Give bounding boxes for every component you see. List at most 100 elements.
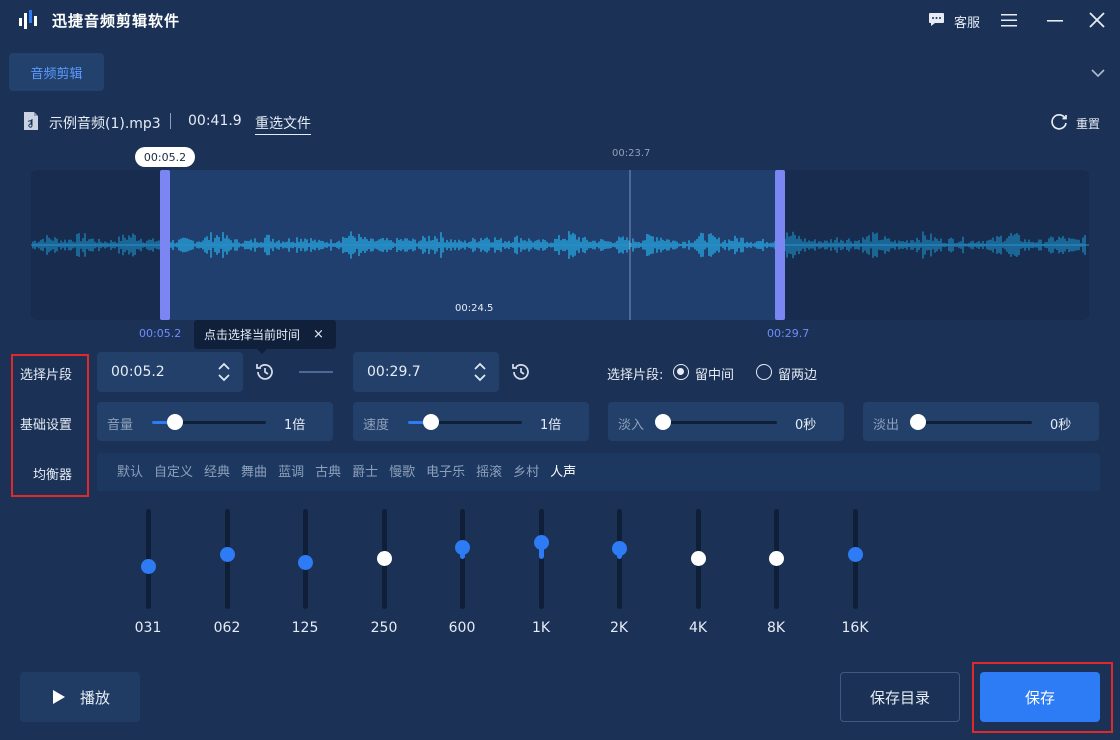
eq-preset-8[interactable]: 电子乐 [426, 461, 465, 481]
eq-slider-knob[interactable] [691, 550, 706, 566]
eq-slider-knob[interactable] [298, 554, 313, 570]
play-label: 播放 [80, 688, 111, 707]
eq-preset-10[interactable]: 乡村 [513, 461, 539, 481]
chevron-down-icon[interactable] [1090, 66, 1106, 80]
eq-slider-knob[interactable] [455, 539, 470, 555]
eq-slider-knob[interactable] [141, 558, 156, 574]
app-title: 迅捷音频剪辑软件 [52, 12, 181, 30]
eq-preset-9[interactable]: 摇滚 [476, 461, 502, 481]
eq-band-16K: 16K [835, 509, 875, 644]
stepper-arrows-icon[interactable] [473, 361, 487, 383]
selection-start-tooltip: 00:05.2 [135, 147, 195, 167]
hamburger-menu-icon[interactable] [1000, 12, 1018, 28]
section-label-basic: 基础设置 [20, 418, 73, 433]
eq-band-031: 031 [128, 509, 168, 644]
eq-slider-track[interactable] [617, 509, 622, 609]
eq-slider-knob[interactable] [534, 534, 549, 550]
fade-out-value: 0秒 [1050, 418, 1072, 433]
eq-preset-7[interactable]: 慢歌 [389, 461, 415, 481]
fade-in-value: 0秒 [795, 418, 817, 433]
history-clock-icon[interactable] [254, 361, 276, 383]
reselect-file-link[interactable]: 重选文件 [255, 113, 311, 135]
volume-value: 1倍 [284, 418, 306, 433]
selection-end-handle[interactable] [775, 170, 785, 320]
eq-slider-knob[interactable] [612, 540, 627, 556]
eq-preset-1[interactable]: 自定义 [154, 461, 193, 481]
save-button[interactable]: 保存 [980, 672, 1100, 722]
chat-bubble-icon[interactable] [928, 12, 945, 27]
file-duration: 00:41.9 [188, 113, 242, 129]
eq-preset-6[interactable]: 爵士 [352, 461, 378, 481]
eq-preset-2[interactable]: 经典 [204, 461, 230, 481]
refresh-icon[interactable] [1050, 112, 1069, 131]
eq-slider-knob[interactable] [377, 550, 392, 566]
file-name: 示例音频(1).mp3 [49, 116, 161, 132]
hint-close-button[interactable]: × [313, 327, 324, 342]
hint-text: 点击选择当前时间 [204, 328, 301, 342]
speed-setting: 速度 1倍 [353, 402, 589, 441]
equalizer-presets: 默认 自定义 经典 舞曲 蓝调 古典 爵士 慢歌 电子乐 摇滚 乡村 人声 [117, 461, 587, 481]
end-time-value: 00:29.7 [367, 364, 421, 380]
playhead-time-label: 00:23.7 [612, 148, 651, 159]
fade-out-slider[interactable] [918, 421, 1032, 424]
minimize-icon[interactable] [1046, 12, 1064, 28]
eq-preset-3[interactable]: 舞曲 [241, 461, 267, 481]
support-button[interactable]: 客服 [954, 12, 980, 31]
history-clock-icon[interactable] [510, 361, 532, 383]
eq-preset-5[interactable]: 古典 [315, 461, 341, 481]
fade-in-slider[interactable] [663, 421, 777, 424]
speed-value: 1倍 [540, 418, 562, 433]
eq-band-600: 600 [442, 509, 482, 644]
app-logo-icon [19, 10, 37, 29]
fade-in-setting: 淡入 0秒 [608, 402, 844, 441]
range-separator [299, 371, 333, 373]
volume-label: 音量 [107, 418, 134, 433]
eq-slider-track[interactable] [460, 509, 465, 609]
eq-slider-knob[interactable] [769, 550, 784, 566]
eq-slider-knob[interactable] [848, 546, 863, 562]
eq-band-8K: 8K [756, 509, 796, 644]
eq-band-label: 8K [766, 620, 786, 636]
eq-preset-4[interactable]: 蓝调 [278, 461, 304, 481]
radio-keep-sides-label[interactable]: 留两边 [778, 364, 817, 383]
waveform[interactable] [31, 170, 1089, 320]
eq-band-label: 250 [370, 620, 398, 636]
eq-band-062: 062 [207, 509, 247, 644]
close-icon[interactable] [1088, 11, 1106, 29]
eq-slider-knob[interactable] [220, 546, 235, 562]
eq-band-4K: 4K [678, 509, 718, 644]
eq-band-label: 16K [841, 620, 869, 636]
audio-file-icon [24, 112, 38, 130]
eq-slider-track[interactable] [539, 509, 544, 609]
volume-setting: 音量 1倍 [97, 402, 333, 441]
eq-band-250: 250 [364, 509, 404, 644]
eq-band-label: 2K [609, 620, 629, 636]
eq-preset-0[interactable]: 默认 [117, 461, 143, 481]
eq-band-label: 600 [448, 620, 476, 636]
reset-button[interactable]: 重置 [1076, 115, 1100, 132]
eq-preset-11[interactable]: 人声 [550, 461, 576, 481]
file-divider [170, 113, 171, 129]
eq-band-label: 4K [688, 620, 708, 636]
radio-keep-sides[interactable] [756, 364, 772, 380]
save-directory-button[interactable]: 保存目录 [840, 672, 960, 722]
play-button[interactable]: 播放 [20, 672, 140, 722]
end-time-input[interactable]: 00:29.7 [353, 352, 499, 392]
stepper-arrows-icon[interactable] [217, 361, 231, 383]
hint-tooltip-arrow [256, 348, 268, 354]
tab-audio-edit[interactable]: 音频剪辑 [9, 53, 104, 91]
speed-slider-knob[interactable] [422, 414, 439, 430]
start-time-input[interactable]: 00:05.2 [97, 352, 243, 392]
section-label-eq: 均衡器 [33, 468, 73, 483]
eq-band-label: 062 [213, 620, 241, 636]
radio-keep-middle-label[interactable]: 留中间 [695, 364, 734, 383]
speed-label: 速度 [363, 418, 390, 433]
volume-slider-knob[interactable] [166, 414, 183, 430]
fade-in-slider-knob[interactable] [655, 414, 671, 430]
selection-start-handle[interactable] [160, 170, 170, 320]
fade-out-slider-knob[interactable] [910, 414, 926, 430]
section-label-clip: 选择片段 [20, 368, 73, 383]
start-time-value: 00:05.2 [111, 364, 165, 380]
radio-keep-middle[interactable] [673, 364, 689, 380]
fade-out-label: 淡出 [873, 418, 900, 433]
